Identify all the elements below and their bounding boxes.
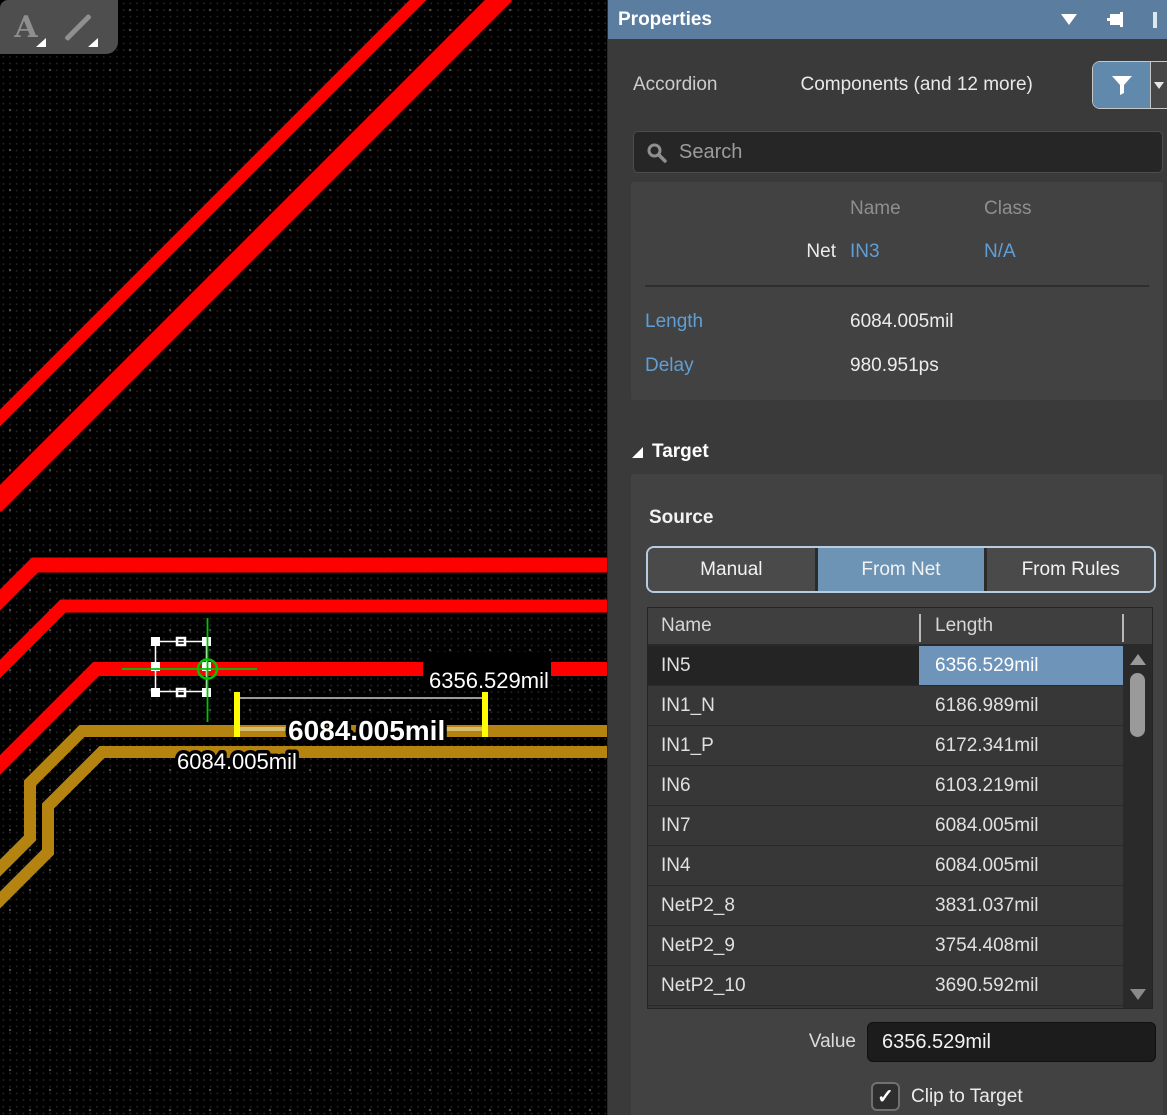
net-table-body: IN56356.529milIN1_N6186.989milIN1_P6172.…	[648, 646, 1152, 1008]
net-length-cell[interactable]: 6186.989mil	[919, 686, 1123, 725]
net-name-cell[interactable]: NetP2_8	[648, 886, 919, 925]
pin-icon[interactable]	[1103, 10, 1125, 30]
info-col-class-header: Class	[984, 198, 1163, 220]
net-length-cell[interactable]: 6356.529mil	[919, 646, 1123, 685]
column-divider[interactable]	[919, 614, 921, 642]
source-option-manual[interactable]: Manual	[648, 548, 818, 591]
target-section-title: Target	[652, 441, 709, 463]
text-tool-button[interactable]: A	[0, 3, 52, 51]
info-col-name-header: Name	[850, 198, 984, 220]
table-row[interactable]: NetP2_93754.408mil	[648, 926, 1152, 966]
column-header-length[interactable]: Length	[919, 615, 993, 637]
net-length-text-label[interactable]: 6356.529mil	[429, 668, 549, 693]
table-scrollbar[interactable]	[1123, 646, 1152, 1008]
net-info-box: Name Class Net IN3 N/A Length 6084.005mi…	[631, 182, 1163, 400]
source-option-from-net[interactable]: From Net	[818, 548, 988, 591]
search-input[interactable]: Search	[633, 131, 1163, 173]
measure-value-bold: 6084.005mil	[288, 715, 445, 746]
net-length-cell[interactable]: 6172.341mil	[919, 726, 1123, 765]
line-tool-button[interactable]	[52, 3, 104, 51]
clip-row: ✓ Clip to Target	[871, 1082, 1023, 1111]
dropdown-corner-icon	[36, 38, 46, 47]
search-icon	[646, 142, 667, 163]
panel-title: Properties	[618, 9, 712, 31]
net-length-cell[interactable]: 6084.005mil	[919, 846, 1123, 885]
accordion-label: Accordion	[633, 74, 718, 96]
scroll-down-icon[interactable]	[1130, 989, 1146, 1000]
net-name-cell[interactable]: NetP2_10	[648, 966, 919, 1005]
net-name-cell[interactable]: IN1_N	[648, 686, 919, 725]
net-length-cell[interactable]: 6103.219mil	[919, 766, 1123, 805]
filter-dropdown-button[interactable]	[1150, 62, 1167, 108]
dropdown-corner-icon	[88, 38, 98, 47]
length-value: 6084.005mil	[850, 311, 954, 333]
net-length-cell[interactable]: 3754.408mil	[919, 926, 1123, 965]
red-trace-diagonals[interactable]	[0, 0, 505, 505]
table-row[interactable]: IN66103.219mil	[648, 766, 1152, 806]
net-name-link[interactable]: IN3	[850, 241, 984, 263]
measure-tick-left	[234, 692, 240, 737]
table-row[interactable]: IN1_P6172.341mil	[648, 726, 1152, 766]
panel-edge-icon[interactable]	[1151, 11, 1157, 29]
filter-funnel-icon	[1109, 73, 1135, 97]
selection-scope-label[interactable]: Components (and 12 more)	[801, 74, 1033, 96]
clip-to-target-label: Clip to Target	[911, 1086, 1023, 1108]
chevron-down-icon	[1154, 82, 1164, 89]
net-length-table: Name Length IN56356.529milIN1_N6186.989m…	[647, 607, 1153, 1009]
clip-to-target-checkbox[interactable]: ✓	[871, 1082, 900, 1111]
search-placeholder: Search	[679, 141, 742, 164]
value-row: Value	[631, 1022, 1163, 1062]
table-row[interactable]: IN46084.005mil	[648, 846, 1152, 886]
source-label: Source	[649, 507, 713, 529]
scroll-up-icon[interactable]	[1130, 654, 1146, 665]
filter-button[interactable]	[1093, 62, 1150, 108]
length-label[interactable]: Length	[631, 311, 850, 333]
text-tool-icon: A	[14, 10, 37, 45]
net-name-cell[interactable]: IN7	[648, 806, 919, 845]
table-row[interactable]: NetP2_103690.592mil	[648, 966, 1152, 1006]
line-tool-icon	[64, 13, 92, 41]
value-input[interactable]	[867, 1022, 1156, 1062]
canvas-toolbar: A	[0, 0, 118, 54]
divider	[645, 285, 1149, 287]
pcb-traces-layer: 6356.529mil 6084.005mil 6084.005mil	[0, 0, 607, 1115]
target-section-header[interactable]: Target	[631, 438, 1167, 466]
collapse-triangle-icon	[631, 446, 644, 459]
table-header: Name Length	[648, 608, 1152, 646]
delay-value: 980.951ps	[850, 355, 939, 377]
net-name-cell[interactable]: IN6	[648, 766, 919, 805]
table-row[interactable]: IN76084.005mil	[648, 806, 1152, 846]
column-divider[interactable]	[1122, 614, 1124, 642]
table-row[interactable]: IN56356.529mil	[648, 646, 1152, 686]
measure-value-plain: 6084.005mil	[177, 749, 297, 774]
net-length-cell[interactable]: 6084.005mil	[919, 806, 1123, 845]
table-row[interactable]: IN1_N6186.989mil	[648, 686, 1152, 726]
net-name-cell[interactable]: IN4	[648, 846, 919, 885]
table-row[interactable]: NetP2_83831.037mil	[648, 886, 1152, 926]
source-option-from-rules[interactable]: From Rules	[987, 548, 1154, 591]
source-segmented-control: Manual From Net From Rules	[646, 546, 1156, 593]
measure-tick-right	[482, 692, 488, 737]
net-length-cell[interactable]: 3831.037mil	[919, 886, 1123, 925]
net-name-cell[interactable]: IN1_P	[648, 726, 919, 765]
net-name-cell[interactable]: NetP2_9	[648, 926, 919, 965]
panel-menu-icon[interactable]	[1061, 14, 1077, 25]
gold-traces[interactable]	[0, 731, 607, 906]
column-header-name[interactable]: Name	[648, 615, 919, 637]
delay-label[interactable]: Delay	[631, 355, 850, 377]
panel-header[interactable]: Properties	[608, 0, 1167, 39]
value-label: Value	[631, 1031, 856, 1053]
pcb-editor-canvas[interactable]: A 6356.529mil	[0, 0, 607, 1115]
net-row-label: Net	[631, 241, 850, 263]
target-section-box: Source Manual From Net From Rules Name L…	[631, 474, 1163, 1115]
scrollbar-thumb[interactable]	[1130, 673, 1145, 737]
net-length-cell[interactable]: 3690.592mil	[919, 966, 1123, 1005]
accordion-row: Accordion Components (and 12 more)	[608, 61, 1167, 109]
net-class-link[interactable]: N/A	[984, 241, 1163, 263]
properties-panel: Properties Accordion Components (and 12 …	[607, 0, 1167, 1115]
net-name-cell[interactable]: IN5	[648, 646, 919, 685]
